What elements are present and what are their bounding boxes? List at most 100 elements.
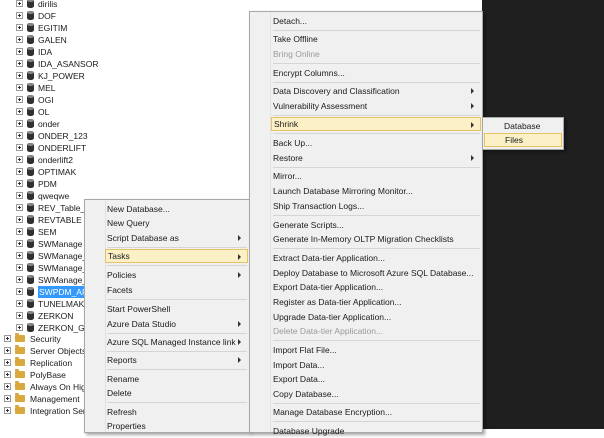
expand-icon[interactable] xyxy=(16,132,23,139)
submenu-arrow-icon xyxy=(471,103,474,109)
expand-icon[interactable] xyxy=(16,216,23,223)
menu-item-start-powershell[interactable]: Start PowerShell xyxy=(107,302,247,316)
expand-icon[interactable] xyxy=(4,383,11,390)
expand-icon[interactable] xyxy=(16,192,23,199)
menu-item-mirror[interactable]: Mirror... xyxy=(273,169,480,183)
folder-icon xyxy=(15,357,25,366)
menu-item-restore[interactable]: Restore xyxy=(273,151,480,165)
menu-item-delete[interactable]: Delete xyxy=(107,386,247,400)
expand-icon[interactable] xyxy=(16,96,23,103)
menu-item-vulnerability-assessment[interactable]: Vulnerability Assessment xyxy=(273,99,480,113)
database-icon xyxy=(27,23,34,32)
database-icon xyxy=(27,179,34,188)
menu-item-shrink-database[interactable]: Database xyxy=(504,119,562,133)
menu-item-generate-oltp-checklists[interactable]: Generate In-Memory OLTP Migration Checkl… xyxy=(273,232,480,246)
expand-icon[interactable] xyxy=(16,168,23,175)
expand-icon[interactable] xyxy=(16,264,23,271)
menu-item-data-discovery[interactable]: Data Discovery and Classification xyxy=(273,84,480,98)
expand-icon[interactable] xyxy=(16,276,23,283)
menu-separator xyxy=(273,248,480,249)
database-icon xyxy=(27,11,34,20)
menu-item-shrink[interactable]: Shrink xyxy=(271,117,481,131)
expand-icon[interactable] xyxy=(16,312,23,319)
menu-item-take-offline[interactable]: Take Offline xyxy=(273,32,480,46)
menu-gutter xyxy=(85,200,106,432)
expand-icon[interactable] xyxy=(16,240,23,247)
expand-icon[interactable] xyxy=(16,120,23,127)
menu-item-export-data-tier[interactable]: Export Data-tier Application... xyxy=(273,280,480,294)
expand-icon[interactable] xyxy=(4,395,11,402)
expand-icon[interactable] xyxy=(16,324,23,331)
submenu-arrow-icon xyxy=(471,122,474,128)
database-icon xyxy=(27,263,34,272)
menu-item-upgrade-data-tier[interactable]: Upgrade Data-tier Application... xyxy=(273,310,480,324)
menu-item-policies[interactable]: Policies xyxy=(107,268,247,282)
expand-icon[interactable] xyxy=(16,156,23,163)
menu-separator xyxy=(107,333,247,334)
menu-item-export-data[interactable]: Export Data... xyxy=(273,372,480,386)
menu-item-azure-data-studio[interactable]: Azure Data Studio xyxy=(107,317,247,331)
menu-item-encrypt-columns[interactable]: Encrypt Columns... xyxy=(273,66,480,80)
menu-item-reports[interactable]: Reports xyxy=(107,353,247,367)
menu-item-database-upgrade[interactable]: Database Upgrade xyxy=(273,424,480,438)
expand-icon[interactable] xyxy=(4,407,11,414)
menu-separator xyxy=(107,247,247,248)
menu-item-label: Azure Data Studio xyxy=(107,319,176,329)
menu-item-detach[interactable]: Detach... xyxy=(273,14,480,28)
menu-separator xyxy=(273,340,480,341)
expand-icon[interactable] xyxy=(16,204,23,211)
menu-item-ship-transaction-logs[interactable]: Ship Transaction Logs... xyxy=(273,199,480,213)
menu-item-generate-scripts[interactable]: Generate Scripts... xyxy=(273,218,480,232)
expand-icon[interactable] xyxy=(4,335,11,342)
expand-icon[interactable] xyxy=(4,371,11,378)
menu-item-rename[interactable]: Rename xyxy=(107,372,247,386)
menu-item-shrink-files[interactable]: Files xyxy=(484,133,562,147)
database-icon xyxy=(27,203,34,212)
menu-item-azure-sql-managed-instance-link[interactable]: Azure SQL Managed Instance link xyxy=(107,335,247,349)
menu-item-new-database[interactable]: New Database... xyxy=(107,202,247,216)
expand-icon[interactable] xyxy=(16,300,23,307)
expand-icon[interactable] xyxy=(16,48,23,55)
menu-item-properties[interactable]: Properties xyxy=(107,419,247,433)
folder-icon xyxy=(15,381,25,390)
expand-icon[interactable] xyxy=(16,180,23,187)
menu-item-refresh[interactable]: Refresh xyxy=(107,405,247,419)
expand-icon[interactable] xyxy=(16,12,23,19)
menu-item-back-up[interactable]: Back Up... xyxy=(273,136,480,150)
menu-item-import-flat-file[interactable]: Import Flat File... xyxy=(273,343,480,357)
database-icon xyxy=(27,107,34,116)
menu-item-tasks[interactable]: Tasks xyxy=(105,249,248,263)
expand-icon[interactable] xyxy=(16,252,23,259)
menu-separator xyxy=(107,369,247,370)
menu-item-manage-encryption[interactable]: Manage Database Encryption... xyxy=(273,405,480,419)
folder-icon xyxy=(15,405,25,414)
expand-icon[interactable] xyxy=(16,60,23,67)
expand-icon[interactable] xyxy=(16,36,23,43)
submenu-arrow-icon xyxy=(238,272,241,278)
database-icon xyxy=(27,35,34,44)
submenu-arrow-icon xyxy=(238,254,241,260)
menu-item-deploy-to-azure[interactable]: Deploy Database to Microsoft Azure SQL D… xyxy=(273,266,480,280)
expand-icon[interactable] xyxy=(16,84,23,91)
menu-item-facets[interactable]: Facets xyxy=(107,283,247,297)
expand-icon[interactable] xyxy=(16,228,23,235)
expand-icon[interactable] xyxy=(16,288,23,295)
expand-icon[interactable] xyxy=(16,108,23,115)
menu-item-script-database-as[interactable]: Script Database as xyxy=(107,231,247,245)
menu-item-import-data[interactable]: Import Data... xyxy=(273,358,480,372)
menu-item-label: Script Database as xyxy=(107,233,179,243)
menu-item-launch-mirroring-monitor[interactable]: Launch Database Mirroring Monitor... xyxy=(273,184,480,198)
menu-item-copy-database[interactable]: Copy Database... xyxy=(273,387,480,401)
expand-icon[interactable] xyxy=(16,72,23,79)
expand-icon[interactable] xyxy=(16,0,23,7)
expand-icon[interactable] xyxy=(16,24,23,31)
menu-separator xyxy=(273,421,480,422)
menu-separator xyxy=(273,167,480,168)
expand-icon[interactable] xyxy=(4,347,11,354)
database-icon xyxy=(27,311,34,320)
menu-item-new-query[interactable]: New Query xyxy=(107,216,247,230)
menu-item-register-data-tier[interactable]: Register as Data-tier Application... xyxy=(273,295,480,309)
menu-item-extract-data-tier[interactable]: Extract Data-tier Application... xyxy=(273,251,480,265)
expand-icon[interactable] xyxy=(16,144,23,151)
expand-icon[interactable] xyxy=(4,359,11,366)
